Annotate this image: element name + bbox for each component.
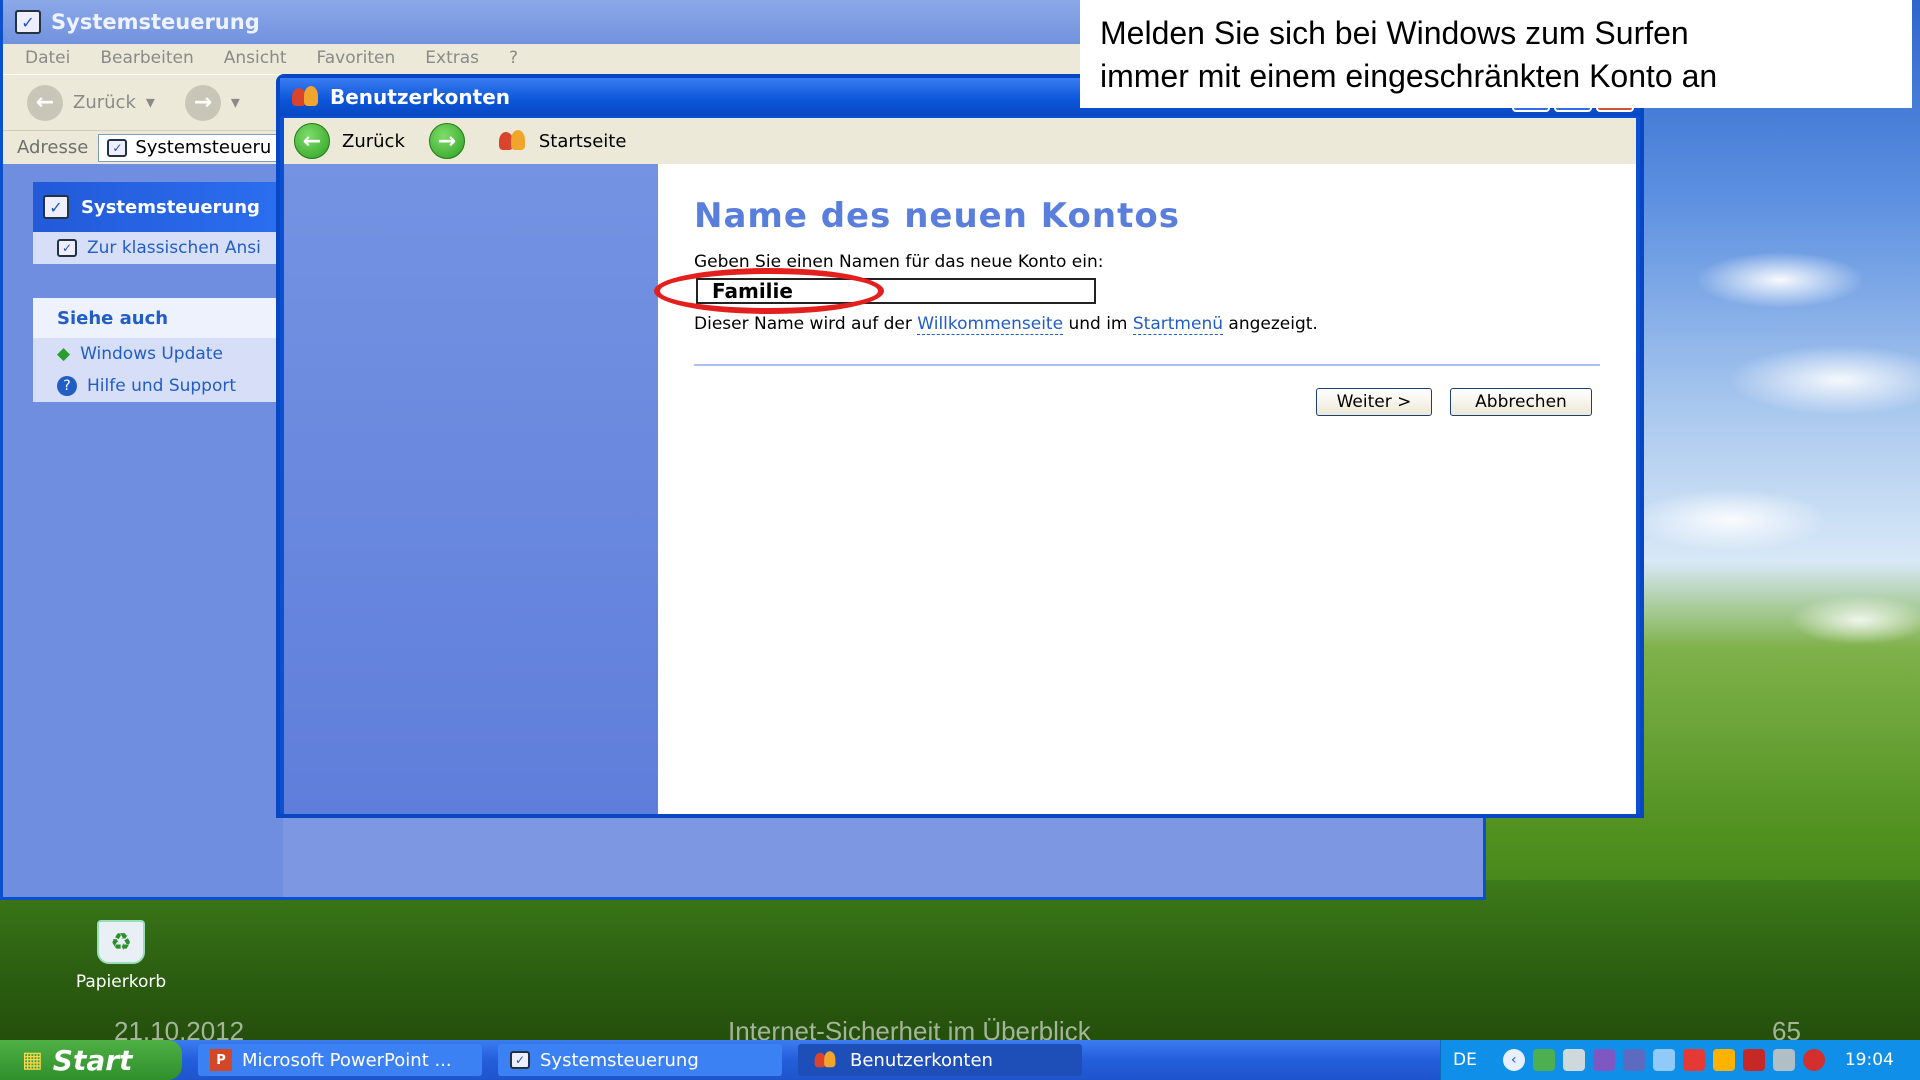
windows-logo-icon: ◆	[57, 344, 71, 364]
accounts-window[interactable]: Benutzerkonten ← Zurück → Startseite Nam…	[276, 74, 1644, 818]
windows-flag-icon: ▦	[22, 1047, 43, 1073]
accounts-sidebar	[284, 164, 658, 814]
accounts-title: Benutzerkonten	[330, 85, 511, 109]
tray-connection-icon[interactable]	[1622, 1049, 1645, 1071]
system-tray: DE ‹ 19:04	[1440, 1040, 1920, 1080]
see-also-panel: Siehe auch ◆ Windows Update ? Hilfe und …	[33, 298, 283, 402]
controlpanel-icon: ✓	[57, 239, 77, 257]
controlpanel-back-label[interactable]: Zurück	[73, 92, 136, 113]
divider	[694, 364, 1600, 366]
controlpanel-taskpane: ✓ Systemsteuerung ✓ Zur klassischen Ansi…	[3, 164, 283, 897]
recycle-bin-label: Papierkorb	[75, 972, 167, 992]
hint-mid: und im	[1068, 314, 1128, 334]
task-powerpoint[interactable]: P Microsoft PowerPoint ...	[198, 1044, 482, 1076]
tray-connection-icon[interactable]	[1592, 1049, 1615, 1071]
menu-help[interactable]: ?	[509, 48, 518, 70]
tray-sync-icon[interactable]	[1652, 1049, 1675, 1071]
checkmark-icon: ✓	[43, 195, 69, 219]
next-button[interactable]: Weiter >	[1316, 388, 1432, 416]
start-button[interactable]: ▦ Start	[0, 1040, 182, 1080]
menu-extras[interactable]: Extras	[425, 48, 479, 70]
tray-network-icon[interactable]	[1532, 1049, 1555, 1071]
tray-app-icon[interactable]	[1742, 1049, 1765, 1071]
cancel-button[interactable]: Abbrechen	[1450, 388, 1592, 416]
recycle-bin[interactable]: ♻ Papierkorb	[66, 920, 176, 992]
controlpanel-icon: ✓	[15, 10, 41, 34]
dropdown-icon[interactable]: ▾	[231, 92, 240, 113]
sidebar-title: Systemsteuerung	[81, 196, 260, 218]
menu-datei[interactable]: Datei	[25, 48, 70, 70]
menu-ansicht[interactable]: Ansicht	[224, 48, 287, 70]
name-hint: Dieser Name wird auf der Willkommenseite…	[694, 314, 1318, 335]
highlight-ellipse	[654, 268, 884, 314]
classic-view-link[interactable]: ✓ Zur klassischen Ansi	[33, 232, 283, 264]
help-support-label: Hilfe und Support	[87, 376, 237, 396]
forward-arrow-icon[interactable]: →	[428, 123, 465, 159]
users-icon	[290, 84, 320, 110]
forward-arrow-icon[interactable]: →	[184, 84, 221, 121]
tray-chevron-icon[interactable]: ‹	[1502, 1049, 1525, 1071]
start-menu-link[interactable]: Startmenü	[1132, 314, 1223, 335]
controlpanel-title: Systemsteuerung	[51, 10, 260, 34]
help-icon: ?	[57, 376, 77, 396]
back-arrow-icon[interactable]: ←	[294, 123, 330, 159]
classic-view-label: Zur klassischen Ansi	[87, 238, 261, 258]
hint-prefix: Dieser Name wird auf der	[694, 314, 912, 334]
windows-update-link[interactable]: ◆ Windows Update	[33, 338, 283, 370]
callout-line-2: immer mit einem eingeschränkten Konto an	[1100, 58, 1718, 95]
users-icon	[497, 128, 527, 154]
home-label[interactable]: Startseite	[539, 131, 627, 152]
menu-favoriten[interactable]: Favoriten	[317, 48, 396, 70]
menu-bearbeiten[interactable]: Bearbeiten	[100, 48, 193, 70]
hint-suffix: angezeigt.	[1228, 314, 1318, 334]
tray-shield-icon[interactable]	[1802, 1049, 1825, 1071]
welcome-screen-link[interactable]: Willkommenseite	[917, 314, 1064, 335]
language-indicator[interactable]: DE	[1453, 1050, 1477, 1070]
help-support-link[interactable]: ? Hilfe und Support	[33, 370, 283, 402]
powerpoint-icon: P	[210, 1049, 232, 1071]
start-label: Start	[52, 1043, 133, 1077]
accounts-toolbar: ← Zurück → Startseite	[284, 118, 1636, 164]
see-also-header: Siehe auch	[33, 298, 283, 338]
callout-line-1: Melden Sie sich bei Windows zum Surfen	[1100, 15, 1689, 51]
tray-app-icon[interactable]	[1712, 1049, 1735, 1071]
recycle-bin-icon: ♻	[97, 920, 145, 964]
controlpanel-icon: ✓	[510, 1051, 530, 1069]
page-title: Name des neuen Kontos	[694, 196, 1180, 236]
task-powerpoint-label: Microsoft PowerPoint ...	[242, 1049, 452, 1071]
controlpanel-panel: ✓ Systemsteuerung ✓ Zur klassischen Ansi	[33, 182, 283, 264]
task-controlpanel-label: Systemsteuerung	[540, 1049, 699, 1071]
controlpanel-icon: ✓	[107, 138, 128, 157]
clock[interactable]: 19:04	[1845, 1050, 1894, 1070]
dropdown-icon[interactable]: ▾	[146, 92, 155, 113]
users-icon	[813, 1050, 837, 1071]
panel-header: ✓ Systemsteuerung	[33, 182, 283, 232]
windows-update-label: Windows Update	[80, 344, 223, 364]
task-accounts[interactable]: Benutzerkonten	[798, 1044, 1082, 1076]
address-value: Systemsteueru	[135, 137, 272, 158]
slide-callout: Melden Sie sich bei Windows zum Surfen i…	[1080, 0, 1912, 108]
task-accounts-label: Benutzerkonten	[850, 1049, 993, 1071]
tray-antivirus-icon[interactable]	[1682, 1049, 1705, 1071]
accounts-content: Name des neuen Kontos Geben Sie einen Na…	[654, 164, 1636, 814]
back-arrow-icon[interactable]: ←	[27, 84, 63, 121]
task-controlpanel[interactable]: ✓ Systemsteuerung	[498, 1044, 782, 1076]
address-label: Adresse	[17, 137, 89, 158]
accounts-back-label[interactable]: Zurück	[342, 131, 405, 152]
tray-speaker-icon[interactable]	[1562, 1049, 1585, 1071]
tray-monitor-icon[interactable]	[1772, 1049, 1795, 1071]
taskbar: ▦ Start P Microsoft PowerPoint ... ✓ Sys…	[0, 1040, 1920, 1080]
